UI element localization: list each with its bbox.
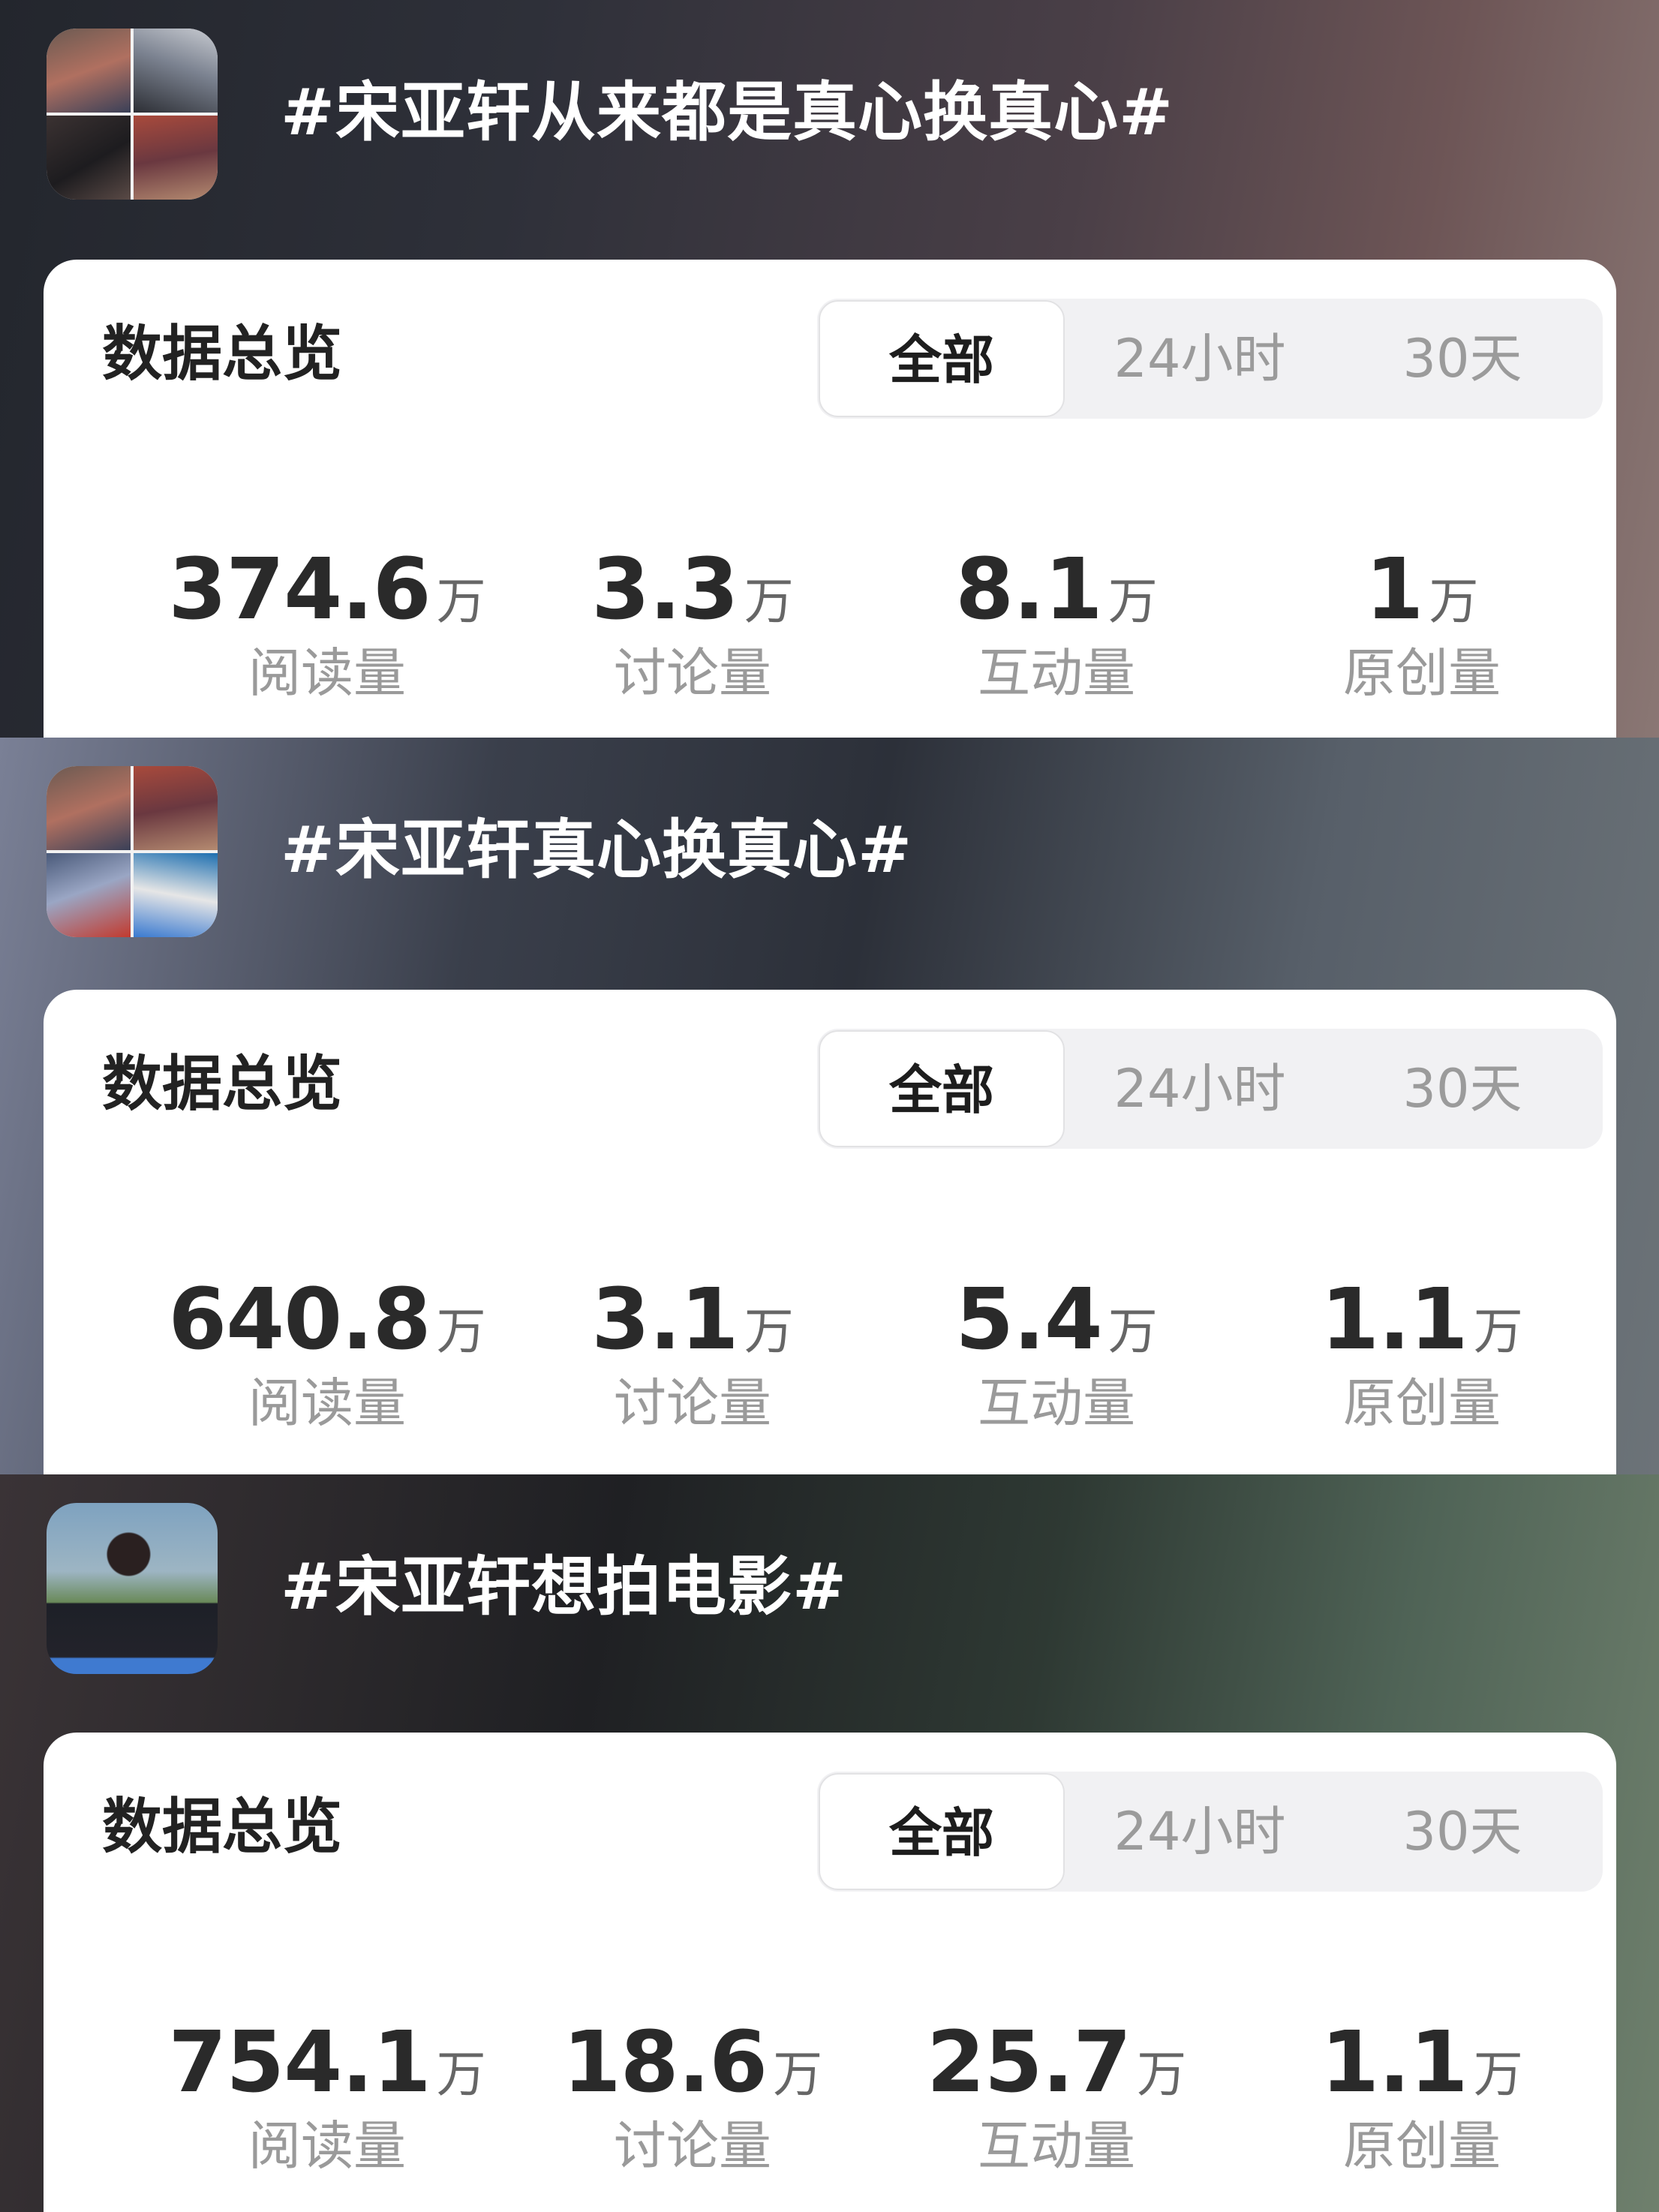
tab-all[interactable]: 全部: [819, 1773, 1065, 1890]
card-title: 数据总览: [102, 1049, 342, 1119]
stat-value: 3.1: [591, 1271, 738, 1369]
screenshot-root: #宋亚轩从来都是真心换真心# 数据总览 全部 24小时 30天 374.6 万 阅…: [0, 0, 1659, 2212]
card-title: 数据总览: [102, 319, 342, 389]
stat-value: 374.6: [168, 541, 431, 639]
tab-all[interactable]: 全部: [819, 300, 1065, 417]
card-title: 数据总览: [102, 1792, 342, 1862]
thumbnail-photo: [47, 1503, 218, 1674]
stat-label: 互动量: [978, 1372, 1135, 1434]
stat-unit: 万: [436, 1303, 486, 1360]
stat-read-count: 754.1 万 阅读量: [147, 2018, 507, 2180]
stat-value: 1.1: [1321, 2014, 1468, 2111]
stat-label: 原创量: [1343, 642, 1501, 704]
stat-original-count: 1.1 万 原创量: [1242, 1275, 1602, 1437]
stat-label: 阅读量: [248, 1372, 406, 1434]
thumbnail-tile: [134, 766, 218, 850]
tab-all[interactable]: 全部: [819, 1030, 1065, 1147]
topic-section: #宋亚轩想拍电影# 数据总览 全部 24小时 30天 754.1 万 阅读量 18…: [0, 1474, 1659, 2212]
stat-unit: 万: [1429, 573, 1479, 630]
thumbnail-tile: [134, 116, 218, 200]
topic-thumbnail[interactable]: [47, 29, 218, 200]
data-overview-card: 数据总览 全部 24小时 30天 754.1 万 阅读量 18.6 万 讨论量 25…: [44, 1733, 1616, 2212]
topic-thumbnail[interactable]: [47, 1503, 218, 1674]
time-range-segmented-control: 全部 24小时 30天: [817, 1772, 1603, 1892]
stat-unit: 万: [744, 1303, 794, 1360]
data-overview-card: 数据总览 全部 24小时 30天 640.8 万 阅读量 3.1 万 讨论量 5.4…: [44, 990, 1616, 1474]
stat-read-count: 640.8 万 阅读量: [147, 1275, 507, 1437]
stat-unit: 万: [1108, 1303, 1158, 1360]
topic-thumbnail[interactable]: [47, 766, 218, 937]
stat-value: 25.7: [926, 2014, 1132, 2111]
tab-30d[interactable]: 30天: [1335, 1029, 1590, 1149]
stat-label: 原创量: [1343, 1372, 1501, 1434]
stat-label: 阅读量: [248, 2115, 406, 2177]
thumbnail-tile: [134, 853, 218, 937]
time-range-segmented-control: 全部 24小时 30天: [817, 1029, 1603, 1149]
stat-interaction-count: 5.4 万 互动量: [876, 1275, 1237, 1437]
thumbnail-tile: [47, 853, 131, 937]
stat-value: 1.1: [1321, 1271, 1468, 1369]
data-overview-card: 数据总览 全部 24小时 30天 374.6 万 阅读量 3.3 万 讨论量 8.1…: [44, 260, 1616, 738]
stat-unit: 万: [744, 573, 794, 630]
tab-24h[interactable]: 24小时: [1087, 1029, 1312, 1149]
thumbnail-tile: [47, 766, 131, 850]
stat-unit: 万: [1108, 573, 1158, 630]
stat-value: 8.1: [955, 541, 1102, 639]
topic-title[interactable]: #宋亚轩真心换真心#: [281, 813, 912, 888]
thumbnail-tile: [47, 29, 131, 113]
tab-24h[interactable]: 24小时: [1087, 1772, 1312, 1892]
stat-unit: 万: [1473, 1303, 1523, 1360]
stat-unit: 万: [436, 2045, 486, 2103]
stat-discussion-count: 18.6 万 讨论量: [512, 2018, 873, 2180]
stat-label: 讨论量: [614, 1372, 771, 1434]
stat-label: 互动量: [978, 2115, 1135, 2177]
tab-30d[interactable]: 30天: [1335, 299, 1590, 419]
stat-unit: 万: [773, 2045, 823, 2103]
stat-interaction-count: 25.7 万 互动量: [876, 2018, 1237, 2180]
stat-interaction-count: 8.1 万 互动量: [876, 545, 1237, 707]
stat-unit: 万: [436, 573, 486, 630]
stat-label: 讨论量: [614, 2115, 771, 2177]
stat-value: 5.4: [955, 1271, 1102, 1369]
stat-label: 讨论量: [614, 642, 771, 704]
stat-value: 754.1: [168, 2014, 431, 2111]
stat-discussion-count: 3.1 万 讨论量: [512, 1275, 873, 1437]
topic-section: #宋亚轩真心换真心# 数据总览 全部 24小时 30天 640.8 万 阅读量 3…: [0, 738, 1659, 1474]
thumbnail-tile: [134, 29, 218, 113]
topic-title[interactable]: #宋亚轩想拍电影#: [281, 1549, 847, 1624]
topic-title[interactable]: #宋亚轩从来都是真心换真心#: [281, 75, 1174, 150]
stat-label: 互动量: [978, 642, 1135, 704]
stat-read-count: 374.6 万 阅读量: [147, 545, 507, 707]
stat-unit: 万: [1137, 2045, 1187, 2103]
stat-value: 640.8: [168, 1271, 431, 1369]
tab-24h[interactable]: 24小时: [1087, 299, 1312, 419]
stat-value: 3.3: [591, 541, 738, 639]
stat-value: 18.6: [562, 2014, 768, 2111]
topic-section: #宋亚轩从来都是真心换真心# 数据总览 全部 24小时 30天 374.6 万 阅…: [0, 0, 1659, 738]
stat-unit: 万: [1473, 2045, 1523, 2103]
stat-original-count: 1.1 万 原创量: [1242, 2018, 1602, 2180]
time-range-segmented-control: 全部 24小时 30天: [817, 299, 1603, 419]
stat-label: 阅读量: [248, 642, 406, 704]
thumbnail-tile: [47, 116, 131, 200]
stat-value: 1: [1365, 541, 1424, 639]
tab-30d[interactable]: 30天: [1335, 1772, 1590, 1892]
stat-original-count: 1万 原创量: [1242, 545, 1602, 707]
stat-label: 原创量: [1343, 2115, 1501, 2177]
stat-discussion-count: 3.3 万 讨论量: [512, 545, 873, 707]
